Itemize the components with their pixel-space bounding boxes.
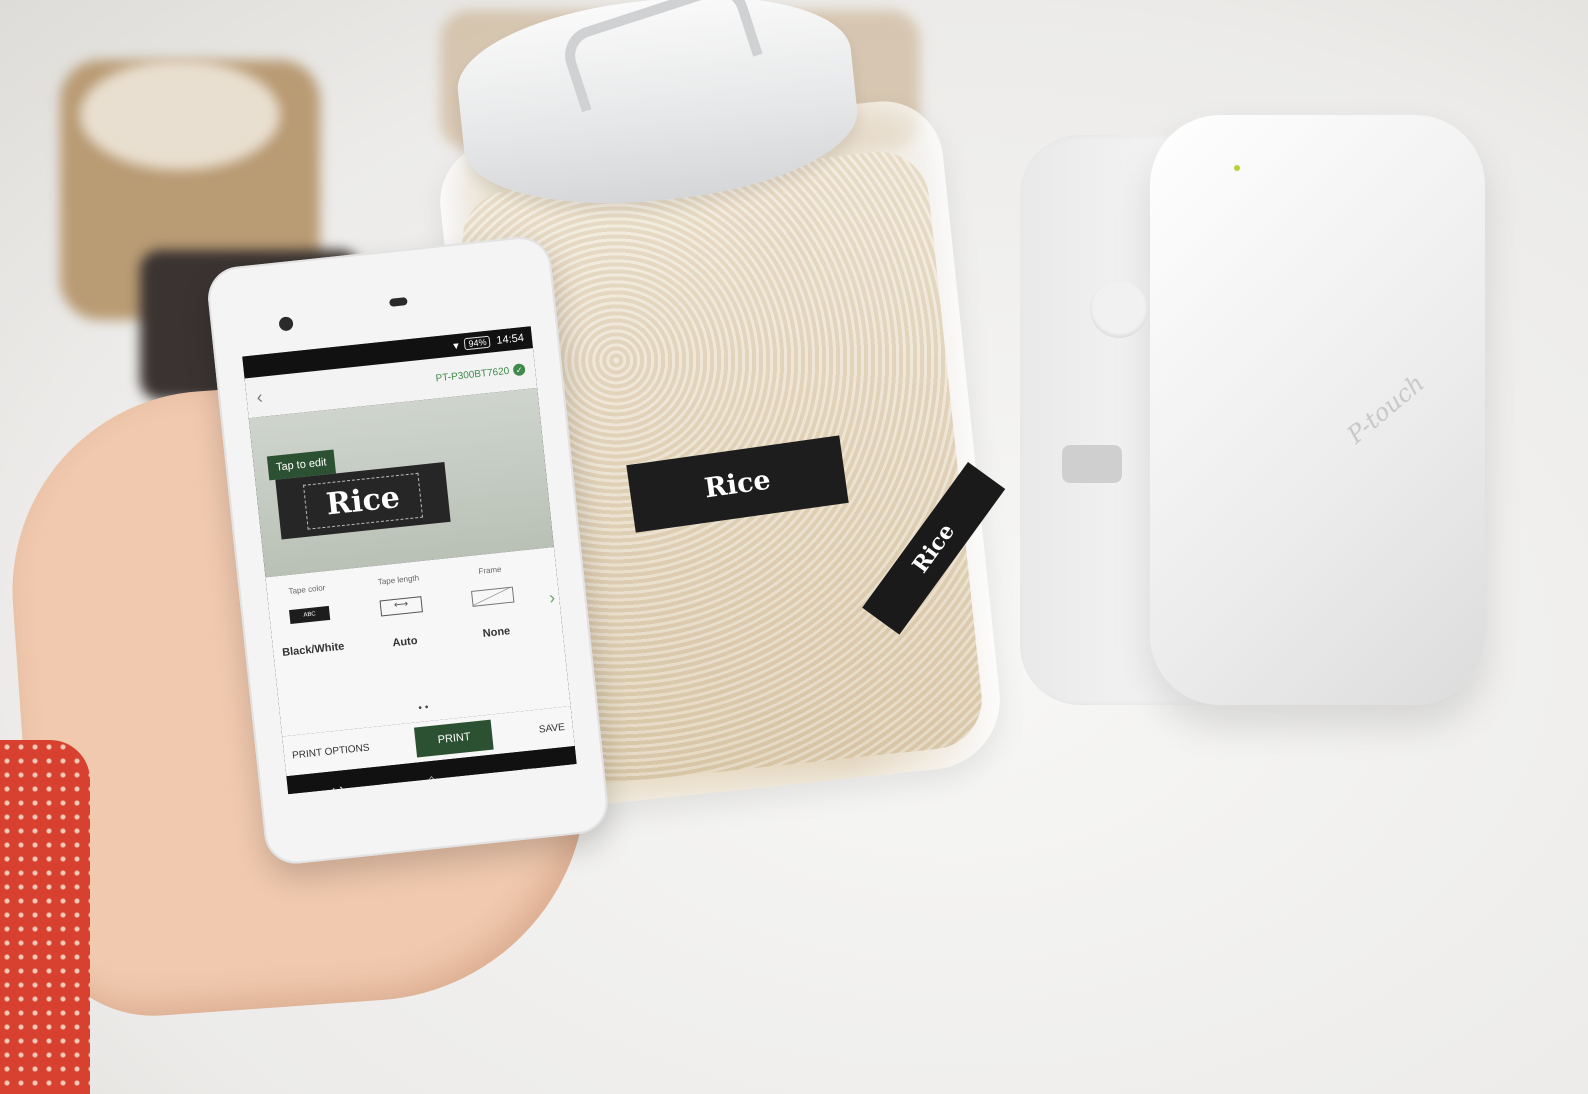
battery-indicator: 94%	[464, 335, 492, 351]
save-button[interactable]: SAVE	[538, 721, 565, 735]
cutter-button	[1090, 280, 1148, 338]
recents-icon[interactable]: ▭	[519, 760, 536, 781]
printer-body	[1150, 115, 1485, 705]
option-title: Tape length	[377, 573, 420, 587]
option-value: None	[482, 625, 511, 640]
option-title: Frame	[477, 564, 502, 577]
label-printer: P-touch	[1020, 115, 1490, 705]
clock: 14:54	[495, 332, 525, 347]
option-tape-color[interactable]: Tape color ABC Black/White	[267, 581, 354, 660]
frame-icon	[471, 586, 515, 607]
label-preview-text: Rice	[324, 479, 402, 523]
front-camera	[278, 316, 294, 332]
tape-length-icon: ⟷	[379, 596, 423, 617]
phone-screen: ▾ 94% 14:54 ‹ PT-P300BT7620 ✓ Tap to edi…	[242, 326, 577, 795]
chevron-right-icon[interactable]: ›	[548, 587, 556, 609]
option-value: Black/White	[281, 640, 345, 659]
option-title: Tape color	[288, 583, 326, 596]
option-value: Auto	[391, 634, 419, 650]
check-icon: ✓	[512, 363, 526, 377]
background-jar-lid	[80, 60, 280, 170]
home-icon[interactable]: ⌂	[426, 772, 438, 791]
power-led	[1234, 165, 1240, 171]
device-name: PT-P300BT7620	[435, 365, 510, 384]
option-frame[interactable]: Frame None	[450, 562, 537, 643]
label-edit-frame: Rice	[303, 472, 423, 530]
print-options-button[interactable]: PRINT OPTIONS	[292, 742, 370, 761]
red-sleeve	[0, 740, 90, 1094]
photo-scene: Rice P-touch Rice ▾ 94% 14:54 ‹ PT-P300B…	[0, 0, 1588, 1094]
tape-exit-slot	[1062, 445, 1122, 483]
back-icon[interactable]: ↩	[329, 780, 344, 794]
smartphone: ▾ 94% 14:54 ‹ PT-P300BT7620 ✓ Tap to edi…	[205, 233, 611, 867]
connected-device[interactable]: PT-P300BT7620 ✓	[435, 363, 526, 384]
label-options: Tape color ABC Black/White Tape length ⟷…	[265, 547, 571, 737]
jar-label-text: Rice	[702, 464, 773, 504]
label-preview[interactable]: Tap to edit Rice	[248, 387, 554, 578]
option-tape-length[interactable]: Tape length ⟷ Auto	[358, 571, 445, 652]
earpiece	[389, 297, 408, 307]
wifi-icon: ▾	[452, 339, 460, 352]
print-button[interactable]: PRINT	[414, 719, 495, 758]
back-arrow-icon[interactable]: ‹	[255, 386, 263, 408]
tape-color-icon: ABC	[289, 605, 331, 625]
